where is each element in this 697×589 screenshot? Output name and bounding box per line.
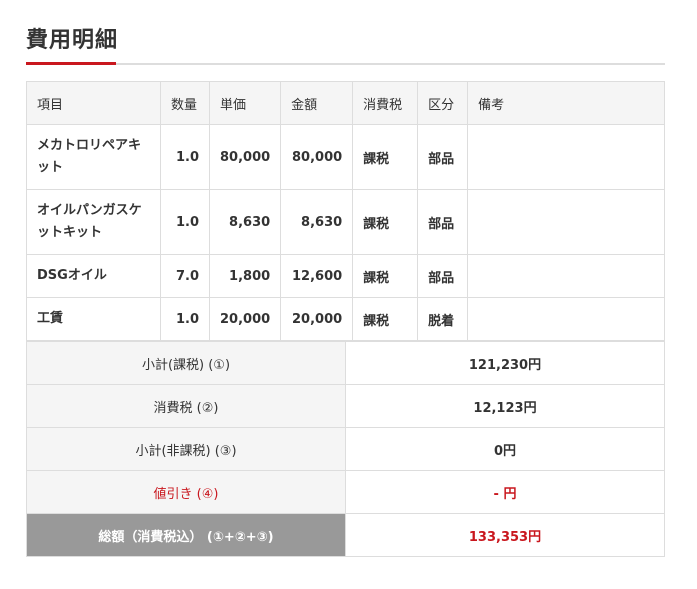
column-header-unit-price: 単価	[208, 81, 282, 125]
table-header-row: 項目 数量 単価 金額 消費税 区分 備考	[26, 81, 665, 125]
cell-amount: 80,000	[280, 124, 354, 190]
title-divider	[26, 63, 665, 65]
summary-label: 消費税 (②)	[26, 384, 346, 428]
cell-note	[467, 189, 665, 255]
summary-value: 12,123円	[345, 384, 665, 428]
table-row: オイルパンガスケットキット 1.0 8,630 8,630 課税 部品	[26, 189, 665, 255]
cell-amount: 20,000	[280, 297, 354, 341]
cell-unit-price: 1,800	[208, 254, 282, 298]
table-row: DSGオイル 7.0 1,800 12,600 課税 部品	[26, 254, 665, 298]
cell-item: オイルパンガスケットキット	[26, 189, 161, 255]
cell-category: 脱着	[417, 297, 469, 341]
summary-row-consumption-tax: 消費税 (②) 12,123円	[26, 384, 665, 428]
cell-category: 部品	[417, 189, 469, 255]
summary-value: 133,353円	[345, 513, 665, 557]
cell-category: 部品	[417, 254, 469, 298]
summary-row-total: 総額（消費税込） (①+②+③) 133,353円	[26, 513, 665, 557]
cell-quantity: 1.0	[160, 297, 210, 341]
column-header-category: 区分	[417, 81, 469, 125]
cell-tax: 課税	[352, 254, 419, 298]
table-row: メカトロリペアキット 1.0 80,000 80,000 課税 部品	[26, 124, 665, 190]
cell-note	[467, 124, 665, 190]
cell-unit-price: 8,630	[208, 189, 282, 255]
cell-tax: 課税	[352, 189, 419, 255]
cell-tax: 課税	[352, 297, 419, 341]
cell-item: DSGオイル	[26, 254, 161, 298]
cell-amount: 12,600	[280, 254, 354, 298]
summary-row-subtotal-nontaxable: 小計(非課税) (③) 0円	[26, 427, 665, 471]
cell-unit-price: 80,000	[208, 124, 282, 190]
column-header-amount: 金額	[280, 81, 354, 125]
cell-quantity: 1.0	[160, 124, 210, 190]
cell-item: メカトロリペアキット	[26, 124, 161, 190]
cell-unit-price: 20,000	[208, 297, 282, 341]
cell-tax: 課税	[352, 124, 419, 190]
cell-category: 部品	[417, 124, 469, 190]
summary-label: 小計(非課税) (③)	[26, 427, 346, 471]
cell-note	[467, 297, 665, 341]
summary-row-subtotal-taxable: 小計(課税) (①) 121,230円	[26, 341, 665, 385]
cost-summary-table: 小計(課税) (①) 121,230円 消費税 (②) 12,123円 小計(非…	[26, 341, 665, 557]
table-row: 工賃 1.0 20,000 20,000 課税 脱着	[26, 297, 665, 341]
summary-value: 0円	[345, 427, 665, 471]
column-header-item: 項目	[26, 81, 161, 125]
column-header-note: 備考	[467, 81, 665, 125]
summary-value: 121,230円	[345, 341, 665, 385]
cell-quantity: 7.0	[160, 254, 210, 298]
cell-note	[467, 254, 665, 298]
cell-quantity: 1.0	[160, 189, 210, 255]
summary-label: 総額（消費税込） (①+②+③)	[26, 513, 346, 557]
cell-amount: 8,630	[280, 189, 354, 255]
column-header-quantity: 数量	[160, 81, 210, 125]
summary-value: - 円	[345, 470, 665, 514]
column-header-tax: 消費税	[352, 81, 419, 125]
title-accent-bar	[26, 62, 116, 65]
summary-label: 値引き (④)	[26, 470, 346, 514]
cost-detail-table: 項目 数量 単価 金額 消費税 区分 備考 メカトロリペアキット 1.0 80,…	[26, 81, 665, 341]
cell-item: 工賃	[26, 297, 161, 341]
summary-label: 小計(課税) (①)	[26, 341, 346, 385]
summary-row-discount: 値引き (④) - 円	[26, 470, 665, 514]
page-title: 費用明細	[26, 28, 119, 53]
